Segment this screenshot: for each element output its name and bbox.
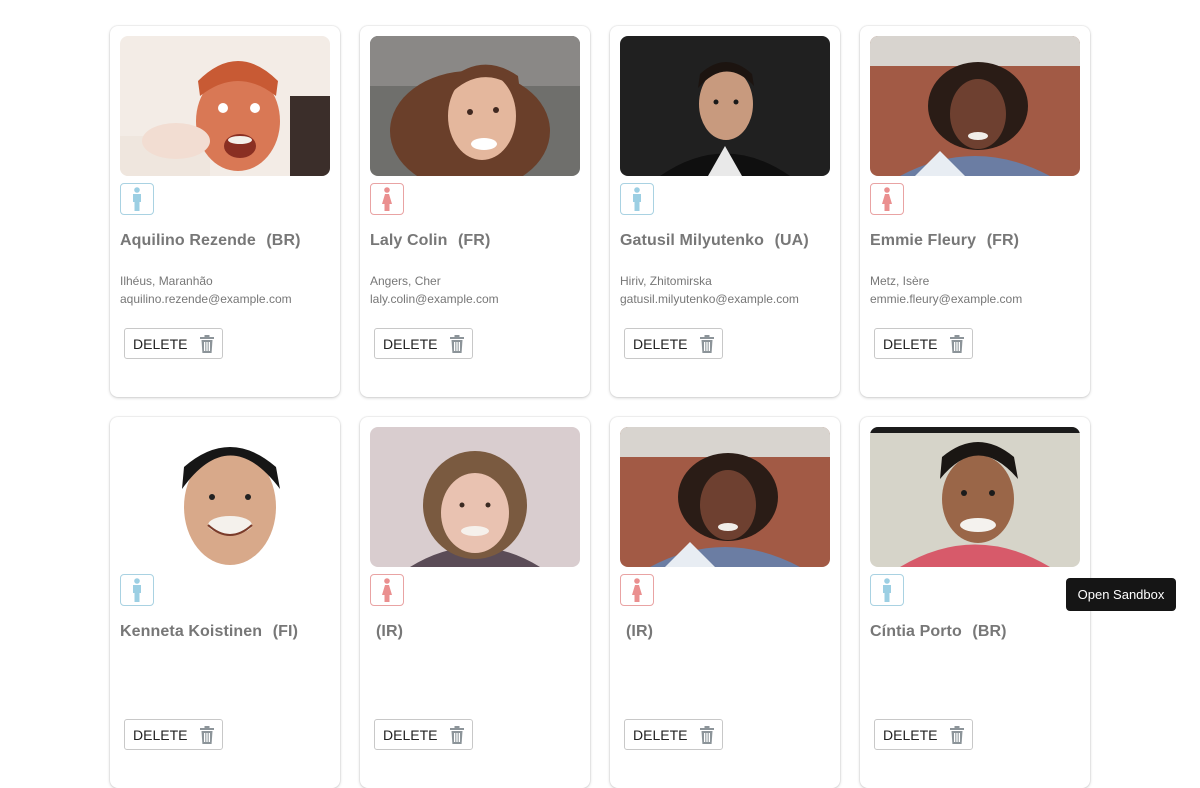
open-sandbox-button[interactable]: Open Sandbox: [1066, 578, 1176, 611]
user-card: Laly Colin (FR) Angers, Cher laly.colin@…: [360, 26, 590, 397]
delete-button[interactable]: DELETE: [124, 328, 223, 359]
gender-badge: [870, 183, 904, 215]
user-email: laly.colin@example.com: [370, 292, 499, 306]
trash-icon: [950, 725, 965, 744]
user-photo: [370, 427, 580, 567]
user-card: Emmie Fleury (FR) Metz, Isère emmie.fleu…: [860, 26, 1090, 397]
female-icon: [632, 578, 642, 602]
gender-badge: [870, 574, 904, 606]
user-name: Gatusil Milyutenko (UA): [620, 232, 809, 249]
delete-button[interactable]: DELETE: [874, 328, 973, 359]
user-name: Emmie Fleury (FR): [870, 232, 1020, 249]
delete-button-label: DELETE: [633, 335, 688, 352]
delete-button[interactable]: DELETE: [874, 719, 973, 750]
female-icon: [882, 187, 892, 211]
trash-icon: [950, 334, 965, 353]
user-email: emmie.fleury@example.com: [870, 292, 1023, 306]
user-card: (IR) DELETE: [360, 417, 590, 788]
trash-icon: [450, 334, 465, 353]
female-icon: [382, 187, 392, 211]
delete-button-label: DELETE: [133, 335, 188, 352]
user-card: Cíntia Porto (BR) DELETE: [860, 417, 1090, 788]
male-icon: [133, 187, 141, 211]
gender-badge: [370, 183, 404, 215]
user-location: Angers, Cher: [370, 274, 441, 288]
user-photo: [620, 427, 830, 567]
gender-badge: [370, 574, 404, 606]
user-name: Cíntia Porto (BR): [870, 623, 1007, 640]
user-card: (IR) DELETE: [610, 417, 840, 788]
user-name: Laly Colin (FR): [370, 232, 491, 249]
delete-button-label: DELETE: [133, 726, 188, 743]
user-email: gatusil.milyutenko@example.com: [620, 292, 799, 306]
trash-icon: [200, 334, 215, 353]
male-icon: [883, 578, 891, 602]
delete-button[interactable]: DELETE: [124, 719, 223, 750]
user-card-grid: Aquilino Rezende (BR) Ilhéus, Maranhão a…: [110, 26, 1090, 788]
gender-badge: [620, 574, 654, 606]
trash-icon: [450, 725, 465, 744]
delete-button-label: DELETE: [383, 726, 438, 743]
trash-icon: [200, 725, 215, 744]
user-name: (IR): [376, 623, 404, 640]
delete-button-label: DELETE: [633, 726, 688, 743]
gender-badge: [120, 574, 154, 606]
delete-button[interactable]: DELETE: [374, 328, 473, 359]
delete-button-label: DELETE: [383, 335, 438, 352]
male-icon: [633, 187, 641, 211]
gender-badge: [620, 183, 654, 215]
delete-button[interactable]: DELETE: [624, 719, 723, 750]
user-photo: [870, 36, 1080, 176]
male-icon: [133, 578, 141, 602]
gender-badge: [120, 183, 154, 215]
user-location: Ilhéus, Maranhão: [120, 274, 213, 288]
trash-icon: [700, 725, 715, 744]
delete-button-label: DELETE: [883, 726, 938, 743]
user-email: aquilino.rezende@example.com: [120, 292, 292, 306]
trash-icon: [700, 334, 715, 353]
user-photo: [120, 36, 330, 176]
female-icon: [382, 578, 392, 602]
user-photo: [120, 427, 330, 567]
user-card: Kenneta Koistinen (FI) DELETE: [110, 417, 340, 788]
user-location: Hiriv, Zhitomirska: [620, 274, 712, 288]
user-location: Metz, Isère: [870, 274, 930, 288]
user-name: Kenneta Koistinen (FI): [120, 623, 298, 640]
user-card: Gatusil Milyutenko (UA) Hiriv, Zhitomirs…: [610, 26, 840, 397]
user-photo: [370, 36, 580, 176]
user-photo: [870, 427, 1080, 567]
user-card: Aquilino Rezende (BR) Ilhéus, Maranhão a…: [110, 26, 340, 397]
delete-button-label: DELETE: [883, 335, 938, 352]
delete-button[interactable]: DELETE: [374, 719, 473, 750]
user-name: (IR): [626, 623, 654, 640]
delete-button[interactable]: DELETE: [624, 328, 723, 359]
user-photo: [620, 36, 830, 176]
user-name: Aquilino Rezende (BR): [120, 232, 301, 249]
